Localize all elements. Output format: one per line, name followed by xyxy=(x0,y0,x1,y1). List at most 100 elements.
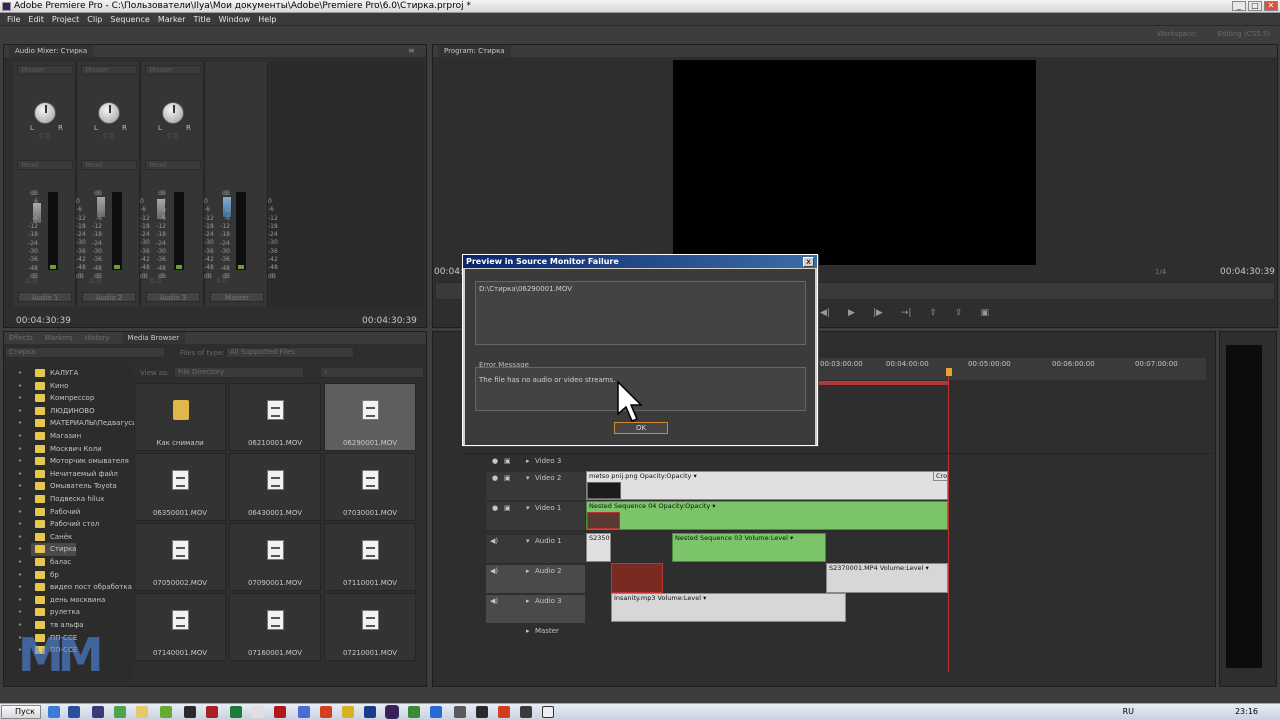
track-expand-icon[interactable]: ▾ xyxy=(526,537,530,545)
expand-icon[interactable]: ▸ xyxy=(19,455,22,468)
clip-s2370001[interactable]: S2370001.MP4 Volume:Level ▾ xyxy=(826,563,948,593)
menu-title[interactable]: Title xyxy=(190,13,215,25)
clip-audio1-s2350[interactable]: S2350 xyxy=(586,533,611,562)
channel-output-select[interactable]: Master xyxy=(145,65,201,75)
film-icon[interactable]: ▣ xyxy=(504,504,511,512)
tree-folder-item[interactable]: ▸ день москвина xyxy=(19,594,105,607)
app-icon[interactable] xyxy=(542,706,554,718)
pan-knob[interactable] xyxy=(162,102,184,124)
channel-output-select[interactable]: Master xyxy=(81,65,137,75)
tree-folder-item[interactable]: ▸ видео пост обработка xyxy=(19,581,132,594)
expand-icon[interactable]: ▸ xyxy=(19,506,22,519)
excel-icon[interactable] xyxy=(230,706,242,718)
timeline-ruler[interactable]: 00:03:00:00 00:04:00:00 00:05:00:00 00:0… xyxy=(818,358,1206,380)
tree-folder-item[interactable]: ▸ Кино xyxy=(19,380,68,393)
files-of-type-select[interactable]: All Supported Files xyxy=(226,347,354,358)
close-window-icon[interactable]: ✕ xyxy=(1264,1,1278,11)
media-thumbnail[interactable]: 06290001.MOV xyxy=(324,383,416,451)
language-indicator[interactable]: RU xyxy=(1123,707,1134,716)
track-expand-icon[interactable]: ▸ xyxy=(526,567,530,575)
media-thumbnail[interactable]: 07110001.MOV xyxy=(324,523,416,591)
menu-edit[interactable]: Edit xyxy=(24,13,48,25)
expand-icon[interactable]: ▸ xyxy=(19,468,22,481)
expand-icon[interactable]: ▸ xyxy=(19,417,22,430)
app-icon[interactable] xyxy=(476,706,488,718)
speaker-icon[interactable]: ◀) xyxy=(490,567,498,575)
channel-output-select[interactable]: Master xyxy=(17,65,73,75)
minimize-icon[interactable]: _ xyxy=(1232,1,1246,11)
lightroom-icon[interactable] xyxy=(92,706,104,718)
track-video1[interactable]: ● ▣ ▾ Video 1 xyxy=(486,502,585,530)
media-thumbnail[interactable]: Как снимали xyxy=(134,383,226,451)
tree-folder-item[interactable]: ▸ Москвич Коли xyxy=(19,443,102,456)
menu-project[interactable]: Project xyxy=(48,13,83,25)
app-icon[interactable] xyxy=(252,706,264,718)
media-thumbnail[interactable]: 07050002.MOV xyxy=(134,523,226,591)
track-expand-icon[interactable]: ▸ xyxy=(526,597,530,605)
track-expand-icon[interactable]: ▸ xyxy=(526,457,530,465)
lift-icon[interactable]: ⇧ xyxy=(929,308,937,318)
menu-clip[interactable]: Clip xyxy=(83,13,106,25)
speaker-icon[interactable]: ◀) xyxy=(490,597,498,605)
automation-mode-select[interactable]: Read xyxy=(145,160,201,170)
panel-menu-icon[interactable]: ≡ xyxy=(408,46,415,55)
track-expand-icon[interactable]: ▾ xyxy=(526,474,530,482)
expand-icon[interactable]: ▸ xyxy=(19,556,22,569)
tab-audio-mixer[interactable]: Audio Mixer: Стирка xyxy=(9,45,94,57)
expand-icon[interactable]: ▸ xyxy=(19,380,22,393)
play-icon[interactable]: ▶ xyxy=(848,308,855,318)
media-thumbnail[interactable]: 07140001.MOV xyxy=(134,593,226,661)
automation-mode-select[interactable]: Read xyxy=(17,160,73,170)
media-search-input[interactable]: ⌕ xyxy=(320,367,424,378)
tree-folder-item[interactable]: ▸ бр xyxy=(19,569,59,582)
media-thumbnail[interactable]: 06210001.MOV xyxy=(229,383,321,451)
pan-knob[interactable] xyxy=(98,102,120,124)
app-icon[interactable] xyxy=(454,706,466,718)
track-video2[interactable]: ● ▣ ▾ Video 2 xyxy=(486,472,585,500)
app-icon[interactable] xyxy=(408,706,420,718)
clip-audio2-red[interactable] xyxy=(611,563,663,593)
menu-help[interactable]: Help xyxy=(254,13,280,25)
expand-icon[interactable]: ▸ xyxy=(19,606,22,619)
app-icon[interactable] xyxy=(320,706,332,718)
utorrent-icon[interactable] xyxy=(114,706,126,718)
media-thumbnail[interactable]: 07030001.MOV xyxy=(324,453,416,521)
clip-nested-sequence-04[interactable]: Nested Sequence 04 Opacity:Opacity ▾ xyxy=(586,501,948,530)
tree-folder-item[interactable]: ▸ Стирка xyxy=(19,543,77,556)
tree-folder-item[interactable]: ▸ балас xyxy=(19,556,71,569)
tree-folder-item[interactable]: ▸ ЛЮДИНОВО xyxy=(19,405,95,418)
view-as-select[interactable]: File Directory xyxy=(174,367,304,378)
app-icon[interactable] xyxy=(364,706,376,718)
film-icon[interactable]: ▣ xyxy=(504,457,511,465)
app-icon[interactable] xyxy=(298,706,310,718)
track-master[interactable]: ▸ Master xyxy=(486,626,585,638)
expand-icon[interactable]: ▸ xyxy=(19,594,22,607)
app-icon[interactable] xyxy=(498,706,510,718)
expand-icon[interactable]: ▸ xyxy=(19,367,22,380)
track-audio2[interactable]: ◀) ▸ Audio 2 xyxy=(486,565,585,593)
expand-icon[interactable]: ▸ xyxy=(19,430,22,443)
tab-history[interactable]: History xyxy=(85,332,110,344)
automation-mode-select[interactable]: Read xyxy=(81,160,137,170)
program-fit-select[interactable]: 1/4 xyxy=(1155,268,1166,276)
tree-folder-item[interactable]: ▸ Омыватель Toyota xyxy=(19,480,117,493)
tab-effects[interactable]: Effects xyxy=(9,332,33,344)
media-thumbnail[interactable]: 07210001.MOV xyxy=(324,593,416,661)
maximize-icon[interactable]: □ xyxy=(1248,1,1262,11)
expand-icon[interactable]: ▸ xyxy=(19,543,22,556)
system-clock[interactable]: 23:16 xyxy=(1235,707,1258,716)
expand-icon[interactable]: ▸ xyxy=(19,392,22,405)
photoshop-icon[interactable] xyxy=(68,706,80,718)
playhead-marker[interactable] xyxy=(946,368,952,376)
workspace-switcher[interactable]: Workspace: Editing (CS5.5) xyxy=(1157,30,1270,38)
app-icon[interactable] xyxy=(184,706,196,718)
app-icon[interactable] xyxy=(430,706,442,718)
work-area-bar[interactable] xyxy=(818,381,948,385)
track-audio3[interactable]: ◀) ▸ Audio 3 xyxy=(486,595,585,623)
extract-icon[interactable]: ⇪ xyxy=(955,308,963,318)
step-forward-icon[interactable]: |▶ xyxy=(873,308,883,318)
start-button[interactable]: Пуск xyxy=(1,705,41,719)
eye-icon[interactable]: ● xyxy=(492,474,498,482)
step-back-icon[interactable]: ◀| xyxy=(820,308,830,318)
yandex-icon[interactable] xyxy=(342,706,354,718)
